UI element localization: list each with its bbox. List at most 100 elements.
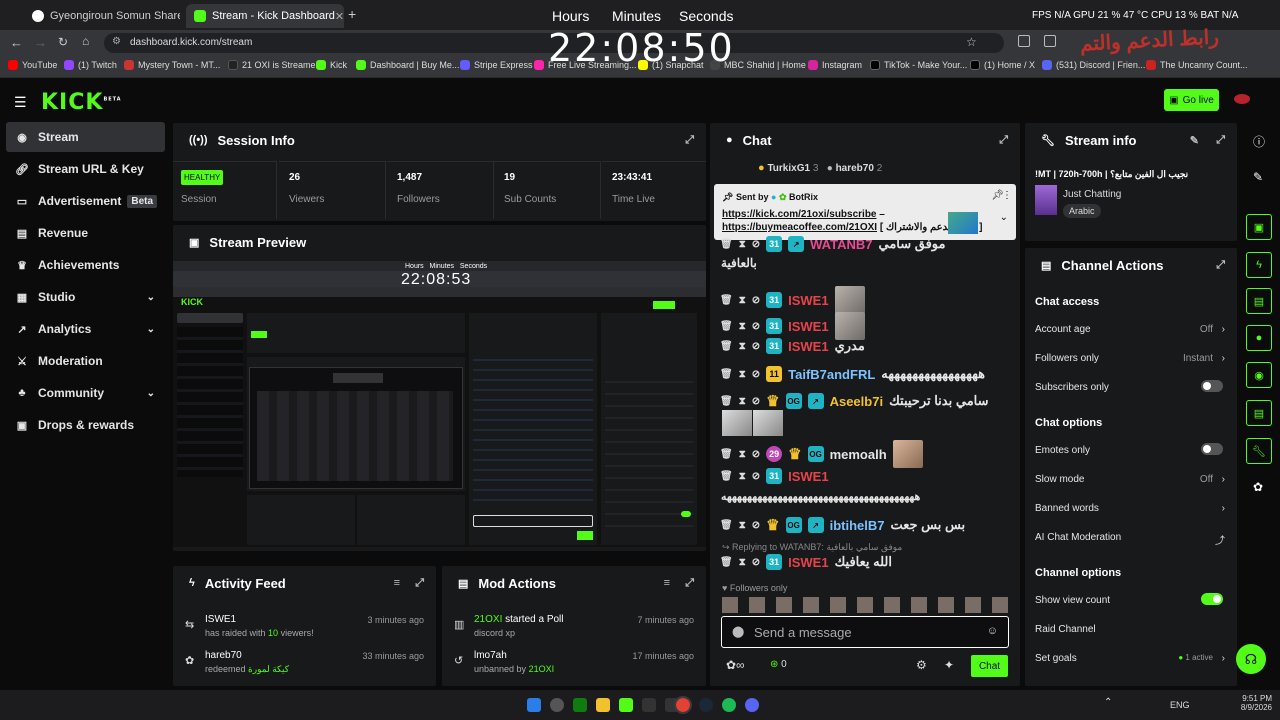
ban-icon[interactable]: ⊘ <box>752 239 760 250</box>
sidebar-item-advertisement[interactable]: ▭ Advertisement Beta <box>6 186 165 216</box>
chat-username[interactable]: ISWE1 <box>788 319 828 334</box>
show-view-count-toggle[interactable] <box>1201 593 1223 605</box>
bookmark-item[interactable]: The Uncanny Count... <box>1146 60 1248 70</box>
sidebar-item-drops[interactable]: ▣ Drops & rewards <box>6 410 165 440</box>
chat-message[interactable]: 🗑︎ ⧗ ⊘ 31 ISWE1 <box>720 312 865 340</box>
community-icon[interactable]: ✿ <box>1253 480 1263 494</box>
emote-picker-icon[interactable]: ☺ <box>987 625 998 637</box>
bookmark-item[interactable]: (1) Twitch <box>64 60 117 70</box>
bookmark-star-icon[interactable]: ☆ <box>966 35 977 49</box>
emotes-only-row[interactable]: Emotes only <box>1035 443 1225 456</box>
chat-message[interactable]: 🗑︎ ⧗ ⊘ 31 ISWE1 <box>720 286 865 314</box>
kick-points[interactable]: ⊛ 0 <box>770 659 787 670</box>
donate-link[interactable]: https://buymeacoffee.com/21OXI <box>722 222 877 233</box>
chat-settings-icon[interactable]: ⚙ <box>916 658 927 672</box>
chat-username[interactable]: WATANB7 <box>810 237 872 252</box>
chat-message[interactable]: 🗑︎ ⧗ ⊘ 31 ISWE1 الله يعافيك <box>720 554 892 570</box>
steam-icon[interactable] <box>699 698 713 712</box>
rewards-icon[interactable]: ✦ <box>944 658 954 672</box>
popout-icon[interactable]: ⤢ <box>999 134 1008 147</box>
bookmark-item[interactable]: Stripe Express <box>460 60 533 70</box>
start-icon[interactable] <box>527 698 541 712</box>
bookmark-item[interactable]: Dashboard | Buy Me... <box>356 60 459 70</box>
more-options-icon[interactable]: ⋮ <box>1002 190 1012 201</box>
site-info-icon[interactable]: ⚙ <box>112 36 121 47</box>
new-tab-button[interactable]: + <box>348 6 356 22</box>
bookmark-item[interactable]: YouTube <box>8 60 57 70</box>
reload-icon[interactable]: ↻ <box>58 35 68 49</box>
bookmark-item[interactable]: (1) Home / X <box>970 60 1035 70</box>
filter-icon[interactable]: ≡ <box>664 577 670 589</box>
emotes-only-toggle[interactable] <box>1201 443 1223 455</box>
subscribers-only-row[interactable]: Subscribers only <box>1035 380 1225 393</box>
chat-username[interactable]: ISWE1 <box>788 469 828 484</box>
clipboard-icon[interactable]: ▤ <box>1246 288 1272 314</box>
tray-chevron-icon[interactable]: ⌃ <box>1104 697 1112 708</box>
kick-logo[interactable]: KICKBETA <box>41 90 122 115</box>
sidebar-item-revenue[interactable]: ▤ Revenue <box>6 218 165 248</box>
chat-bubble-icon[interactable]: ● <box>1246 325 1272 351</box>
chat-username[interactable]: ISWE1 <box>788 339 828 354</box>
forward-icon[interactable]: → <box>34 35 47 50</box>
list-icon[interactable]: ▤ <box>1246 400 1272 426</box>
taskbar-clock[interactable]: 9:51 PM 8/9/2026 <box>1236 694 1272 712</box>
close-tab-icon[interactable]: ✕ <box>335 10 344 23</box>
pinned-message[interactable]: 📌︎ Sent by ● ✿ BotRix https://kick.com/2… <box>714 184 1016 240</box>
chat-message[interactable]: 🗑︎ ⧗ ⊘ 29 ♛ OG memoalh <box>720 440 923 468</box>
raid-channel-row[interactable]: Raid Channel <box>1035 624 1225 635</box>
chat-input[interactable]: ⬤ Send a message ☺ <box>721 616 1009 648</box>
app-icon[interactable] <box>550 698 564 712</box>
bookmark-item[interactable]: Mystery Town - MT... <box>124 60 220 70</box>
ai-chat-moderation-row[interactable]: AI Chat Moderation ⤴ <box>1035 532 1225 547</box>
stream-preview-video[interactable]: Hours Minutes Seconds 22:08:53 KICK <box>173 261 706 547</box>
set-goals-row[interactable]: Set goals ● 1 active › <box>1035 653 1225 664</box>
app-icon[interactable] <box>642 698 656 712</box>
spotify-icon[interactable] <box>722 698 736 712</box>
category-name[interactable]: Just Chatting <box>1063 189 1121 200</box>
menu-icon[interactable]: ☰ <box>14 94 27 111</box>
support-icon[interactable]: ☊ <box>1236 644 1266 674</box>
go-live-button[interactable]: ▣ Go live <box>1164 89 1219 111</box>
edit-icon[interactable]: ✎ <box>1190 134 1199 147</box>
kick-app-icon[interactable] <box>619 698 633 712</box>
avatar[interactable] <box>1234 94 1250 104</box>
edit-icon[interactable]: ✎ <box>1253 170 1263 184</box>
chat-username[interactable]: ISWE1 <box>788 293 828 308</box>
chat-message[interactable]: 🗑︎ ⧗ ⊘ 11 TaifB7andFRL ههههههههههههههههه <box>720 366 985 382</box>
back-icon[interactable]: ← <box>10 35 23 50</box>
extension-icon[interactable] <box>1018 35 1030 47</box>
info-icon[interactable]: ⓘ <box>1253 133 1265 150</box>
reply-context[interactable]: ↪ Replying to WATANB7: موفق سامي بالعافي… <box>722 542 902 553</box>
sidebar-item-achievements[interactable]: ♛ Achievements <box>6 250 165 280</box>
bookmark-item[interactable]: 21 OXI is Streamer <box>228 60 319 70</box>
bookmark-item[interactable]: (531) Discord | Frien... <box>1042 60 1145 70</box>
bookmark-item[interactable]: Instagram <box>808 60 862 70</box>
subscribe-link[interactable]: https://kick.com/21oxi/subscribe <box>722 209 877 220</box>
chat-send-button[interactable]: Chat <box>971 655 1008 677</box>
chat-message[interactable]: 🗑︎ ⧗ ⊘ 31 ↗ WATANB7 موفق سامي <box>720 236 945 252</box>
filter-icon[interactable]: ≡ <box>394 577 400 589</box>
sidebar-item-analytics[interactable]: ↗ Analytics ⌄ <box>6 314 165 344</box>
popout-icon[interactable]: ⤢ <box>685 577 694 590</box>
bookmark-item[interactable]: TikTok - Make Your... <box>870 60 967 70</box>
chat-username[interactable]: ibtihelB7 <box>830 518 885 533</box>
folder-icon[interactable] <box>596 698 610 712</box>
language-indicator[interactable]: ENG <box>1170 700 1190 710</box>
popout-icon[interactable]: ⤢ <box>685 134 694 147</box>
subscribers-only-toggle[interactable] <box>1201 380 1223 392</box>
slow-mode-row[interactable]: Slow mode Off › <box>1035 474 1225 485</box>
sidebar-item-studio[interactable]: ▦ Studio ⌄ <box>6 282 165 312</box>
chat-message[interactable]: 🗑︎ ⧗ ⊘ 31 ISWE1 مدري <box>720 338 865 354</box>
show-view-count-row[interactable]: Show view count <box>1035 593 1225 606</box>
extensions-puzzle-icon[interactable] <box>1044 35 1056 47</box>
chat-message[interactable]: 🗑︎ ⧗ ⊘ 31 ISWE1 <box>720 468 835 484</box>
browser-tab[interactable]: Gyeongiroun Somun Shared by ✕ <box>24 4 180 28</box>
lightning-icon[interactable]: ϟ <box>1246 252 1272 278</box>
account-age-row[interactable]: Account age Off › <box>1035 324 1225 335</box>
broadcast-icon[interactable]: ◉ <box>1246 362 1272 388</box>
xbox-icon[interactable] <box>573 698 587 712</box>
chevron-down-icon[interactable]: ⌄ <box>1000 212 1008 223</box>
wrench-icon[interactable]: 🔧︎ <box>1246 438 1272 464</box>
popout-icon[interactable]: ⤢ <box>1216 134 1225 147</box>
bookmark-item[interactable]: Kick <box>316 60 347 70</box>
